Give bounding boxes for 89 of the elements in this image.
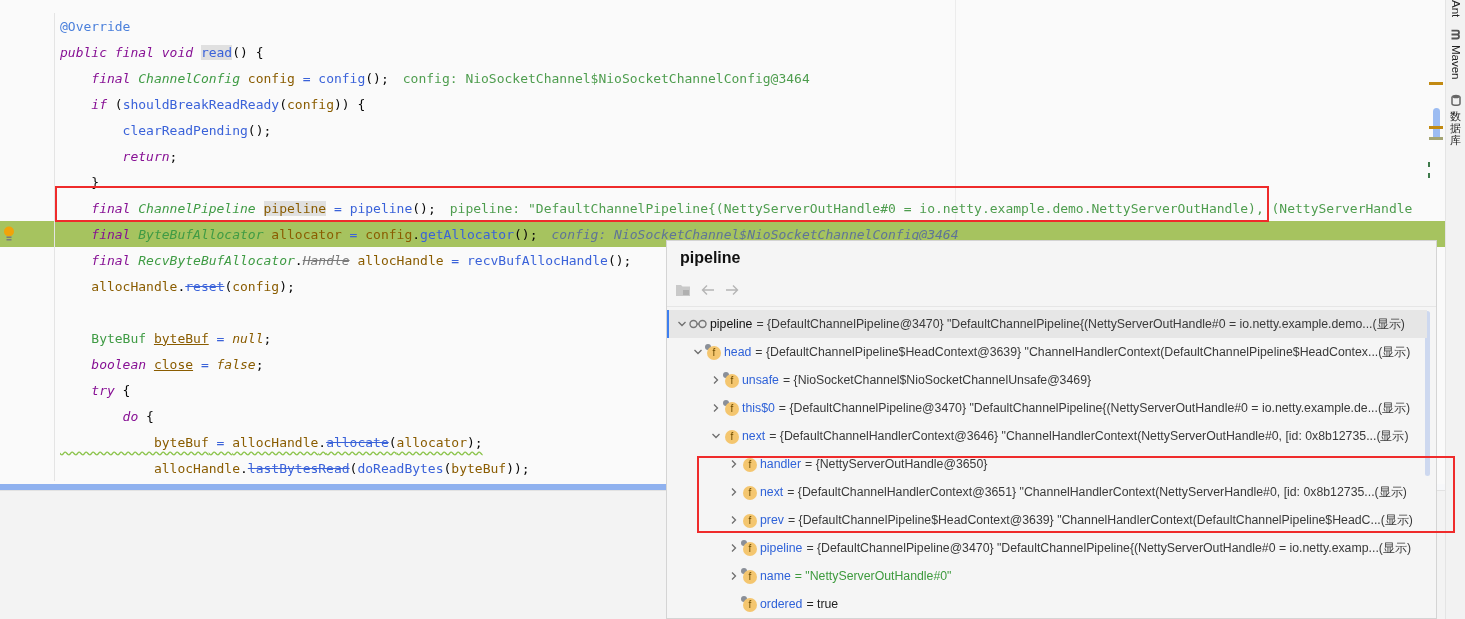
variable-name: name <box>760 569 791 583</box>
variable-name: pipeline <box>710 317 753 331</box>
code-line: clearReadPending(); <box>121 122 272 138</box>
code-line: byteBuf = allocHandle.allocate(allocator); <box>152 434 483 450</box>
error-stripe-mark <box>1429 126 1443 129</box>
field-icon: f <box>741 512 757 528</box>
field-icon: f <box>741 484 757 500</box>
variable-value: = {DefaultChannelPipeline@3470} "DefaultChannelPipeline{(NettyServerOutHandle#0 = io.netty.example.de... <box>778 401 1378 415</box>
code-line: ByteBuf byteBuf = null; <box>90 330 272 346</box>
variable-name: prev <box>760 513 784 527</box>
tree-row[interactable]: pipeline = {DefaultChannelPipeline@3470} "DefaultChannelPipeline{(NettyServerOutHandle#0 = io.netty.example.demo...(显示) <box>667 310 1427 338</box>
chevron-right-icon[interactable] <box>711 375 721 385</box>
code-line: do { <box>121 408 154 424</box>
code-line: final ChannelPipeline pipeline = pipeline(); pipeline: "DefaultChannelPipeline{(NettyServerOutHandle#0 = io.netty.example.demo.NettyServerOutHandle), (NettyServerHandle <box>90 200 1413 216</box>
code-line: allocHandle.lastBytesRead(doReadBytes(byteBuf)); <box>152 460 530 476</box>
variable-name: pipeline <box>760 541 803 555</box>
variable-value: = {DefaultChannelHandlerContext@3651} "ChannelHandlerContext(NettyServerHandle#0, [id: 0x8b12735... <box>787 485 1375 499</box>
tree-row[interactable]: f unsafe = {NioSocketChannel$NioSocketChannelUnsafe@3469} <box>667 366 1427 394</box>
scrollbar-thumb[interactable] <box>1425 311 1430 476</box>
lightbulb-icon[interactable] <box>3 226 15 242</box>
variable-name: this$0 <box>742 401 775 415</box>
sidebar-tab[interactable]: Maven <box>1449 45 1462 80</box>
chevron-right-icon[interactable] <box>729 459 739 469</box>
variable-value: = {DefaultChannelPipeline@3470} "DefaultChannelPipeline{(NettyServerOutHandle#0 = io.netty.examp... <box>806 541 1379 555</box>
view-link[interactable]: (显示) <box>1380 511 1413 529</box>
tree-row[interactable]: f ordered = true <box>667 590 1427 618</box>
tree-row[interactable]: f handler = {NettyServerOutHandle@3650} <box>667 450 1427 478</box>
variable-value: = {NettyServerOutHandle@3650} <box>805 457 988 471</box>
view-link[interactable]: (显示) <box>1372 315 1405 333</box>
field-icon: f <box>723 428 739 444</box>
field-icon: f <box>741 456 757 472</box>
chevron-right-icon[interactable] <box>711 403 721 413</box>
variable-value: = {DefaultChannelPipeline$HeadContext@3639} "ChannelHandlerContext(DefaultChannelPipeline$HeadContex... <box>755 345 1379 359</box>
chevron-right-icon[interactable] <box>729 571 739 581</box>
field-icon: f <box>741 540 757 556</box>
view-link[interactable]: (显示) <box>1376 427 1409 445</box>
code-line: allocHandle.reset(config); <box>90 278 295 294</box>
tree-row[interactable]: f this$0 = {DefaultChannelPipeline@3470} "DefaultChannelPipeline{(NettyServerOutHandle#0 = io.netty.example.de...(显示) <box>667 394 1427 422</box>
code-line: final RecvByteBufAllocator.Handle allocHandle = recvBufAllocHandle(); <box>90 252 632 268</box>
variable-name: ordered <box>760 597 803 611</box>
variable-value: = "NettyServerOutHandle#0" <box>794 569 952 583</box>
view-link[interactable]: (显示) <box>1377 399 1411 417</box>
sidebar-tab[interactable]: 数据库 <box>1450 109 1461 147</box>
field-icon: f <box>741 568 757 584</box>
chevron-right-icon[interactable] <box>729 487 739 497</box>
view-link[interactable]: (显示) <box>1378 343 1411 361</box>
code-line: final ChannelConfig config = config(); config: NioSocketChannel$NioSocketChannelConfig@3464 <box>90 70 810 86</box>
variable-value: = {DefaultChannelPipeline$HeadContext@3639} "ChannelHandlerContext(DefaultChannelPipeline$HeadC... <box>787 513 1381 527</box>
field-icon: f <box>723 372 739 388</box>
tree-row[interactable]: f head = {DefaultChannelPipeline$HeadContext@3639} "ChannelHandlerContext(DefaultChannelPipeline$HeadContex...(显示) <box>667 338 1427 366</box>
field-icon: f <box>741 596 757 612</box>
chevron-right-icon[interactable] <box>729 543 739 553</box>
tree-row[interactable]: f name = "NettyServerOutHandle#0" <box>667 562 1427 590</box>
code-line: @Override <box>60 18 131 34</box>
view-link[interactable]: (显示) <box>1378 539 1411 557</box>
variable-name: head <box>724 345 752 359</box>
error-stripe-mark <box>1428 162 1430 167</box>
code-line: public final void read() { <box>60 44 264 60</box>
code-line: if (shouldBreakReadReady(config)) { <box>90 96 366 112</box>
view-link[interactable]: (显示) <box>1374 483 1407 501</box>
variable-name: next <box>760 485 784 499</box>
variable-value: = {NioSocketChannel$NioSocketChannelUnsafe@3469} <box>782 373 1092 387</box>
chevron-down-icon[interactable] <box>711 431 721 441</box>
error-stripe-mark <box>1429 137 1443 140</box>
tree-row[interactable]: f next = {DefaultChannelHandlerContext@3646} "ChannelHandlerContext(NettyServerOutHandle#0, [id: 0x8b12735...(显示) <box>667 422 1427 450</box>
tree-row[interactable]: f prev = {DefaultChannelPipeline$HeadContext@3639} "ChannelHandlerContext(DefaultChannelPipeline$HeadC...(显示) <box>667 506 1427 534</box>
chevron-down-icon[interactable] <box>677 319 687 329</box>
code-line: final ByteBufAllocator allocator = config.getAllocator(); config: NioSocketChannel$NioSocketChannelConfig@3464 <box>90 226 959 242</box>
code-line: boolean close = false; <box>90 356 264 372</box>
chevron-right-icon[interactable] <box>729 515 739 525</box>
folder-icon[interactable] <box>675 283 691 297</box>
field-icon: f <box>723 400 739 416</box>
variable-value: = {DefaultChannelPipeline@3470} "DefaultChannelPipeline{(NettyServerOutHandle#0 = io.netty.example.demo... <box>756 317 1373 331</box>
tree-row[interactable]: f pipeline = {DefaultChannelPipeline@3470} "DefaultChannelPipeline{(NettyServerOutHandle#0 = io.netty.examp...(显示) <box>667 534 1427 562</box>
chevron-down-icon[interactable] <box>693 347 703 357</box>
variable-name: unsafe <box>742 373 779 387</box>
error-stripe-mark <box>1428 173 1430 178</box>
variable-name: next <box>742 429 766 443</box>
variable-name: handler <box>760 457 802 471</box>
variable-value: = {DefaultChannelHandlerContext@3646} "ChannelHandlerContext(NettyServerOutHandle#0, [id: 0x8b12735... <box>769 429 1377 443</box>
database-icon <box>1450 93 1461 106</box>
code-line: return; <box>121 148 178 164</box>
tree-row[interactable]: f next = {DefaultChannelHandlerContext@3651} "ChannelHandlerContext(NettyServerHandle#0, [id: 0x8b12735...(显示) <box>667 478 1427 506</box>
sidebar-tab[interactable]: Ant <box>1449 0 1462 18</box>
popup-title: pipeline <box>679 248 741 268</box>
field-icon: f <box>705 344 721 360</box>
error-stripe-mark <box>1429 82 1443 85</box>
code-line: try { <box>90 382 131 398</box>
variable-value: = true <box>806 597 839 611</box>
